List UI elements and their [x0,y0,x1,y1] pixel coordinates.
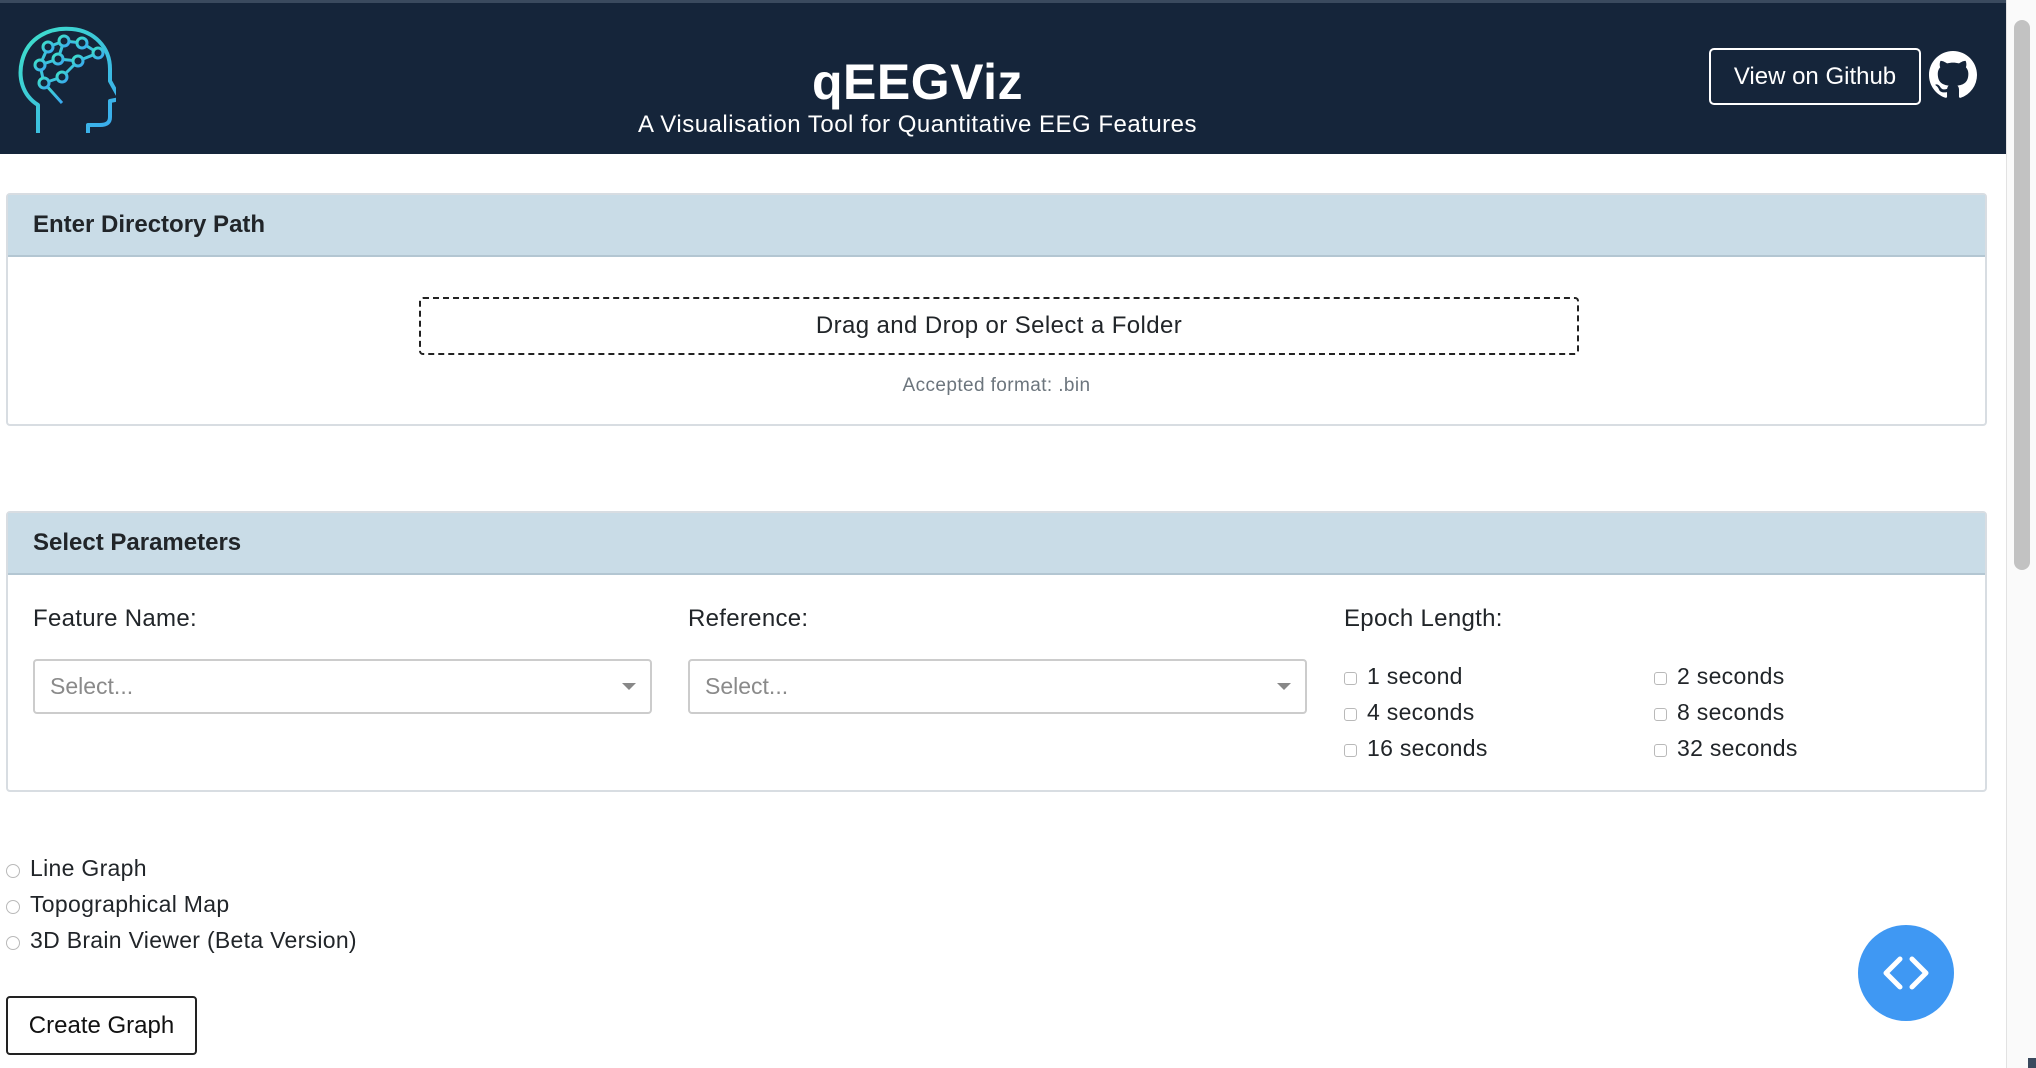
page: qEEGViz A Visualisation Tool for Quantit… [0,0,2006,1068]
chevron-down-icon [1277,683,1291,690]
feature-name-placeholder: Select... [50,673,134,699]
app-title: qEEGViz [812,54,1023,110]
navbar: qEEGViz A Visualisation Tool for Quantit… [0,0,2006,154]
epoch-option-label: 16 seconds [1367,735,1488,761]
parameters-card: Select Parameters Feature Name: Select..… [6,511,1987,792]
app-subtitle: A Visualisation Tool for Quantitative EE… [637,111,1198,138]
radio-3d-brain-viewer[interactable]: 3D Brain Viewer (Beta Version) [6,927,357,954]
epoch-option-label: 1 second [1367,663,1463,689]
chevron-down-icon [622,683,636,690]
epoch-checkbox-16s[interactable]: 16 seconds [1344,735,1488,762]
create-graph-button[interactable]: Create Graph [6,996,197,1055]
epoch-checkbox-32s[interactable]: 32 seconds [1654,735,1798,762]
page-scrollbar[interactable] [2006,0,2036,1068]
checkbox-icon[interactable] [1654,708,1667,721]
directory-card: Enter Directory Path Drag and Drop or Se… [6,193,1987,426]
radio-label: Topographical Map [30,891,230,917]
radio-topographical-map[interactable]: Topographical Map [6,891,229,918]
parameters-card-title: Select Parameters [8,513,1985,575]
code-icon [1883,956,1929,990]
epoch-checkbox-8s[interactable]: 8 seconds [1654,699,1785,726]
epoch-checkbox-4s[interactable]: 4 seconds [1344,699,1475,726]
feature-name-select[interactable]: Select... [33,659,652,714]
epoch-option-label: 8 seconds [1677,699,1785,725]
code-fab-button[interactable] [1858,925,1954,1021]
epoch-checkbox-2s[interactable]: 2 seconds [1654,663,1785,690]
checkbox-icon[interactable] [1344,744,1357,757]
window-corner [2028,1058,2036,1068]
checkbox-icon[interactable] [1344,672,1357,685]
checkbox-icon[interactable] [1654,744,1667,757]
directory-card-title: Enter Directory Path [8,195,1985,257]
scrollbar-thumb[interactable] [2014,20,2030,570]
view-on-github-button[interactable]: View on Github [1709,48,1921,105]
folder-dropzone[interactable]: Drag and Drop or Select a Folder [419,297,1579,355]
github-icon[interactable] [1929,51,1977,99]
epoch-length-label: Epoch Length: [1344,605,1503,632]
radio-line-graph[interactable]: Line Graph [6,855,147,882]
radio-label: 3D Brain Viewer (Beta Version) [30,927,357,953]
feature-name-label: Feature Name: [33,605,197,632]
radio-icon[interactable] [6,899,20,914]
epoch-option-label: 2 seconds [1677,663,1785,689]
checkbox-icon[interactable] [1654,672,1667,685]
epoch-option-label: 32 seconds [1677,735,1798,761]
reference-select[interactable]: Select... [688,659,1307,714]
reference-placeholder: Select... [705,673,789,699]
accepted-format-note: Accepted format: .bin [902,375,1091,396]
radio-label: Line Graph [30,855,147,881]
radio-icon[interactable] [6,935,20,950]
checkbox-icon[interactable] [1344,708,1357,721]
reference-label: Reference: [688,605,809,632]
epoch-option-label: 4 seconds [1367,699,1475,725]
epoch-checkbox-1s[interactable]: 1 second [1344,663,1463,690]
radio-icon[interactable] [6,863,20,878]
